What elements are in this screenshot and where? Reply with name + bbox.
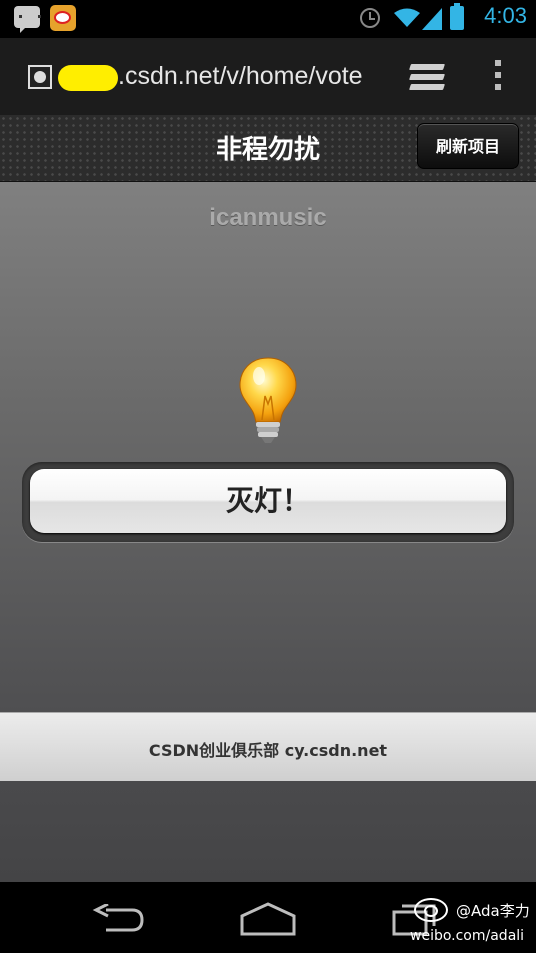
menu-icon[interactable] [495,60,503,94]
signal-icon [422,8,442,30]
wifi-icon [394,8,420,27]
back-icon[interactable] [92,904,146,934]
alarm-icon [360,8,380,28]
battery-icon [450,3,464,30]
footer-text[interactable]: CSDN创业俱乐部 cy.csdn.net [0,737,536,761]
username-label: icanmusic [209,204,327,231]
navigation-bar: @Ada李力 weibo.com/adali [0,882,536,953]
weibo-watermark-icon [414,898,448,922]
footer-bar: CSDN创业俱乐部 cy.csdn.net [0,712,536,782]
watermark-handle: @Ada李力 [456,902,530,920]
refresh-button[interactable]: 刷新项目 [417,123,519,169]
page-background [0,781,536,882]
status-clock: 4:03 [484,3,527,28]
url-field[interactable]: .csdn.net/v/home/vote [118,62,382,91]
weibo-icon [50,5,76,31]
status-bar: 4:03 [0,0,536,38]
main-content: icanmusic 灭灯！ [0,182,536,712]
lightbulb-icon [239,357,297,443]
toggle-button-frame: 灭灯！ [22,462,514,542]
browser-url-bar: .csdn.net/v/home/vote [0,38,536,115]
redacted-url-mask [58,65,118,91]
watermark-url: weibo.com/adali [410,928,525,944]
chat-icon [14,6,41,33]
app-header: 非程勿扰 刷新项目 [0,115,536,182]
lights-off-button[interactable]: 灭灯！ [30,469,506,533]
globe-icon[interactable] [28,65,52,89]
home-icon[interactable] [240,902,296,936]
tabs-icon[interactable] [409,64,446,92]
